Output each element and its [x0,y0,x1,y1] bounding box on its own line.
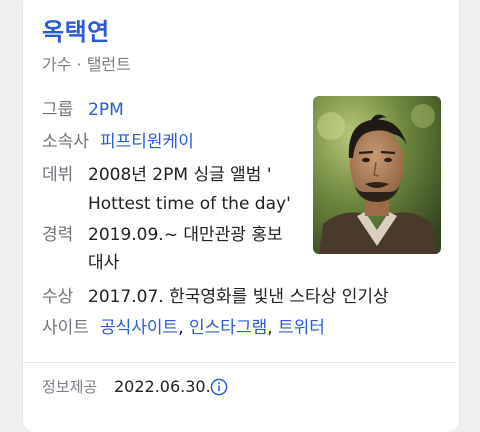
row-label-career: 경력 [42,225,74,245]
profile-photo[interactable] [313,96,441,254]
debut-value-line2: Hottest time of the day' [88,194,291,214]
link-separator: , [178,318,190,338]
row-label-debut: 데뷔 [42,165,74,185]
instagram-link[interactable]: 인스타그램 [189,318,267,338]
career-value-line1: 2019.09.~ 대만관광 홍보 [88,225,283,245]
debut-value-line1: 2008년 2PM 싱글 앨범 ' [88,165,272,185]
profile-name[interactable]: 옥택연 [42,12,110,47]
row-label-award: 수상 [42,287,74,307]
group-link[interactable]: 2PM [88,97,124,123]
row-label-site: 사이트 [42,318,89,338]
row-label-agency: 소속사 [42,132,89,152]
profile-photo-image [313,96,441,254]
profile-subtitle: 가수 · 탤런트 [42,55,131,74]
info-provider-label: 정보제공 [42,378,98,396]
agency-link[interactable]: 피프티원케이 [100,129,194,155]
award-value: 2017.07. 한국영화를 빛낸 스타상 인기상 [88,287,389,307]
official-site-link[interactable]: 공식사이트 [100,318,178,338]
link-separator: , [267,318,279,338]
twitter-link[interactable]: 트위터 [278,318,325,338]
footer-divider [23,362,457,363]
info-provider-date: 2022.06.30. [114,377,211,396]
row-label-group: 그룹 [42,100,74,120]
career-value-line2: 대사 [88,253,120,273]
info-icon[interactable] [210,378,228,396]
site-links: 공식사이트, 인스타그램, 트위터 [100,315,325,341]
